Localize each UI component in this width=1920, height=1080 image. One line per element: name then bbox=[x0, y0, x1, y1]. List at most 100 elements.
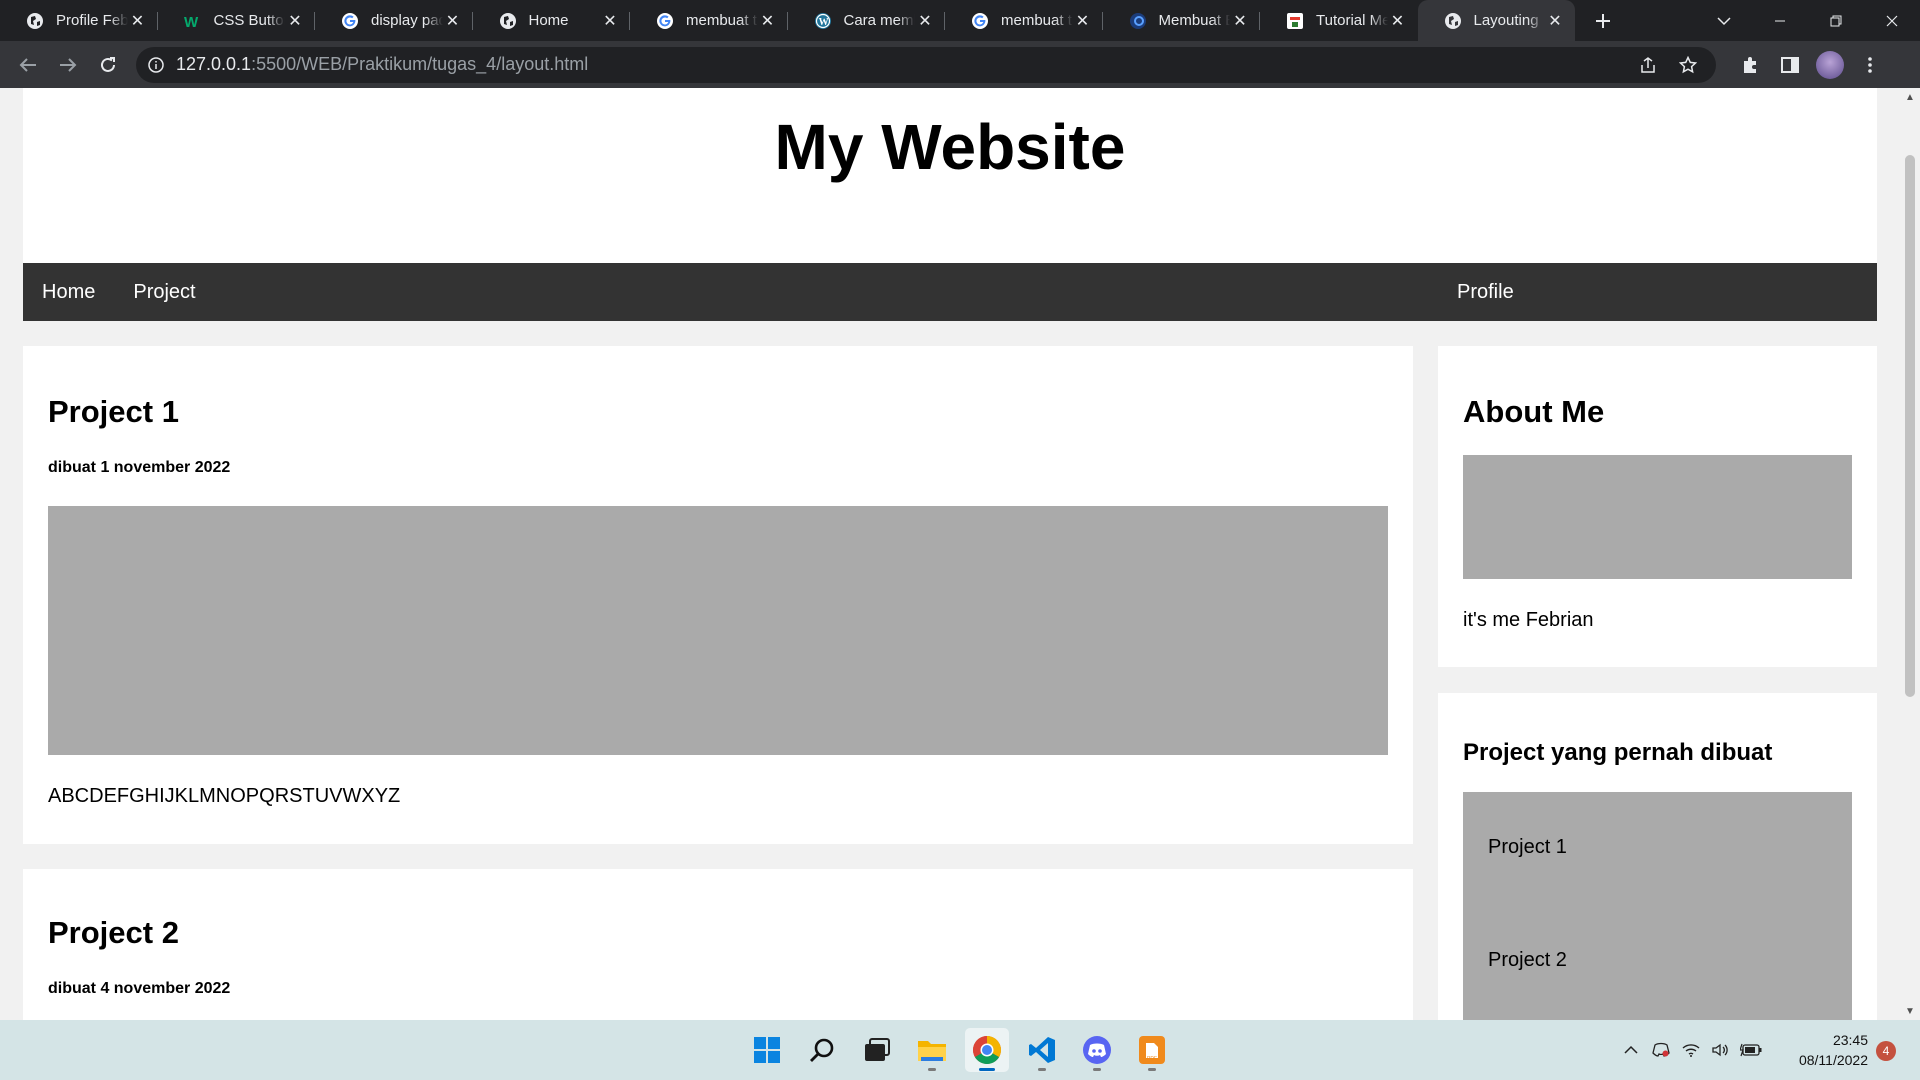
pdf-app-icon: PDF bbox=[1139, 1036, 1165, 1064]
tab-title: Layouting bbox=[1473, 12, 1539, 29]
project-list-item[interactable]: Project 1 bbox=[1488, 836, 1567, 859]
bookmark-star-icon[interactable] bbox=[1672, 55, 1704, 74]
browser-tab[interactable]: Profile Febrian ✕ bbox=[0, 0, 158, 41]
project-date: dibuat 1 november 2022 bbox=[48, 459, 231, 476]
scroll-down-arrow-icon[interactable]: ▼ bbox=[1900, 1002, 1920, 1020]
about-me-text: it's me Febrian bbox=[1463, 609, 1594, 631]
vscode-icon bbox=[1029, 1037, 1055, 1063]
file-explorer-button[interactable] bbox=[910, 1028, 954, 1072]
battery-charging-icon[interactable] bbox=[1740, 1039, 1762, 1061]
search-icon bbox=[810, 1038, 834, 1062]
close-icon[interactable]: ✕ bbox=[1230, 11, 1250, 31]
profile-button[interactable] bbox=[1810, 45, 1850, 85]
wifi-icon[interactable] bbox=[1680, 1039, 1702, 1061]
browser-tab[interactable]: Membuat Elemen ✕ bbox=[1103, 0, 1261, 41]
minimize-icon bbox=[1775, 20, 1785, 21]
about-me-card: About Me it's me Febrian bbox=[1438, 346, 1877, 667]
tutorial-icon bbox=[1286, 12, 1304, 30]
browser-tab[interactable]: membuat tab ✕ bbox=[945, 0, 1103, 41]
url-path: :5500/WEB/Praktikum/tugas_4/layout.html bbox=[251, 54, 589, 74]
back-button[interactable] bbox=[8, 45, 48, 85]
taskbar-clock[interactable]: 23:45 08/11/2022 bbox=[1790, 1030, 1868, 1070]
tab-title: membuat tab bbox=[1001, 12, 1073, 29]
extensions-button[interactable] bbox=[1730, 45, 1770, 85]
project-list-item[interactable]: Project 2 bbox=[1488, 949, 1567, 972]
address-bar[interactable]: 127.0.0.1:5500/WEB/Praktikum/tugas_4/lay… bbox=[136, 46, 1716, 83]
discord-button[interactable] bbox=[1075, 1028, 1119, 1072]
discord-icon bbox=[1083, 1036, 1111, 1064]
new-tab-button[interactable] bbox=[1583, 0, 1623, 41]
scroll-thumb[interactable] bbox=[1905, 155, 1915, 697]
task-view-button[interactable] bbox=[855, 1028, 899, 1072]
reload-button[interactable] bbox=[88, 45, 128, 85]
close-icon[interactable]: ✕ bbox=[758, 11, 778, 31]
tab-title: Tutorial Membuat bbox=[1316, 12, 1388, 29]
start-button[interactable] bbox=[745, 1028, 789, 1072]
close-icon[interactable]: ✕ bbox=[600, 11, 620, 31]
about-me-title: About Me bbox=[1463, 394, 1605, 429]
chrome-button[interactable] bbox=[965, 1028, 1009, 1072]
running-indicator bbox=[979, 1068, 995, 1071]
nav-link-project[interactable]: Project bbox=[114, 263, 214, 321]
side-panel-button[interactable] bbox=[1770, 45, 1810, 85]
close-window-button[interactable] bbox=[1864, 0, 1920, 41]
site-info-icon[interactable] bbox=[148, 56, 164, 73]
browser-tab[interactable]: Home ✕ bbox=[473, 0, 631, 41]
browser-tab[interactable]: Tutorial Membuat ✕ bbox=[1260, 0, 1418, 41]
vscode-button[interactable] bbox=[1020, 1028, 1064, 1072]
browser-tab-bar: Profile Febrian ✕ W CSS Buttons ✕ displa… bbox=[0, 0, 1920, 41]
google-icon bbox=[341, 12, 359, 30]
running-indicator bbox=[928, 1068, 936, 1071]
pdf-app-button[interactable]: PDF bbox=[1130, 1028, 1174, 1072]
globe-icon bbox=[1444, 12, 1462, 30]
close-icon bbox=[1886, 15, 1898, 26]
browser-tab[interactable]: W CSS Buttons ✕ bbox=[158, 0, 316, 41]
notification-badge[interactable]: 4 bbox=[1876, 1041, 1896, 1061]
file-explorer-icon bbox=[918, 1041, 946, 1061]
system-tray bbox=[1620, 1020, 1762, 1080]
site-icon bbox=[1129, 12, 1147, 30]
tab-search-button[interactable] bbox=[1696, 0, 1752, 41]
browser-menu-button[interactable] bbox=[1850, 45, 1890, 85]
nav-link-profile[interactable]: Profile bbox=[1438, 263, 1877, 321]
chrome-icon bbox=[973, 1036, 1001, 1064]
arrow-left-icon bbox=[19, 57, 36, 72]
browser-tab[interactable]: membuat tab ✕ bbox=[630, 0, 788, 41]
scroll-up-arrow-icon[interactable]: ▲ bbox=[1900, 88, 1920, 106]
top-navbar: Home Project Profile bbox=[23, 263, 1877, 321]
forward-button[interactable] bbox=[48, 45, 88, 85]
page-scrollbar[interactable]: ▲ ▼ bbox=[1900, 88, 1920, 1020]
plus-icon bbox=[1596, 13, 1610, 28]
chevron-up-icon[interactable] bbox=[1620, 1039, 1642, 1061]
puzzle-icon bbox=[1744, 56, 1756, 73]
nav-link-home[interactable]: Home bbox=[23, 263, 114, 321]
browser-tab[interactable]: W Cara membuat ✕ bbox=[788, 0, 946, 41]
share-icon[interactable] bbox=[1632, 56, 1664, 74]
project-date: dibuat 4 november 2022 bbox=[48, 980, 231, 997]
browser-tab[interactable]: display padding ✕ bbox=[315, 0, 473, 41]
google-icon bbox=[656, 12, 674, 30]
close-icon[interactable]: ✕ bbox=[128, 11, 148, 31]
volume-icon[interactable] bbox=[1710, 1039, 1732, 1061]
minimize-button[interactable] bbox=[1752, 0, 1808, 41]
discord-tray-icon[interactable] bbox=[1650, 1039, 1672, 1061]
svg-text:PDF: PDF bbox=[1147, 1056, 1157, 1062]
taskbar: PDF 23:45 08/11/2022 bbox=[0, 1020, 1920, 1080]
close-icon[interactable]: ✕ bbox=[1073, 11, 1093, 31]
browser-tab-active[interactable]: Layouting ✕ bbox=[1417, 0, 1575, 41]
chevron-down-icon bbox=[1717, 16, 1731, 25]
close-icon[interactable]: ✕ bbox=[443, 11, 463, 31]
restore-button[interactable] bbox=[1808, 0, 1864, 41]
search-button[interactable] bbox=[800, 1028, 844, 1072]
avatar bbox=[1816, 50, 1844, 79]
clock-time: 23:45 bbox=[1832, 1032, 1868, 1048]
running-indicator bbox=[1038, 1068, 1046, 1071]
tab-title: Cara membuat bbox=[843, 12, 916, 29]
close-icon[interactable]: ✕ bbox=[1388, 11, 1408, 31]
close-icon[interactable]: ✕ bbox=[915, 11, 935, 31]
close-icon[interactable]: ✕ bbox=[285, 11, 305, 31]
arrow-right-icon bbox=[60, 57, 77, 72]
site-title: My Website bbox=[774, 111, 1126, 183]
close-icon[interactable]: ✕ bbox=[1545, 11, 1565, 31]
page-viewport: My Website Home Project Profile Project … bbox=[0, 88, 1900, 1020]
